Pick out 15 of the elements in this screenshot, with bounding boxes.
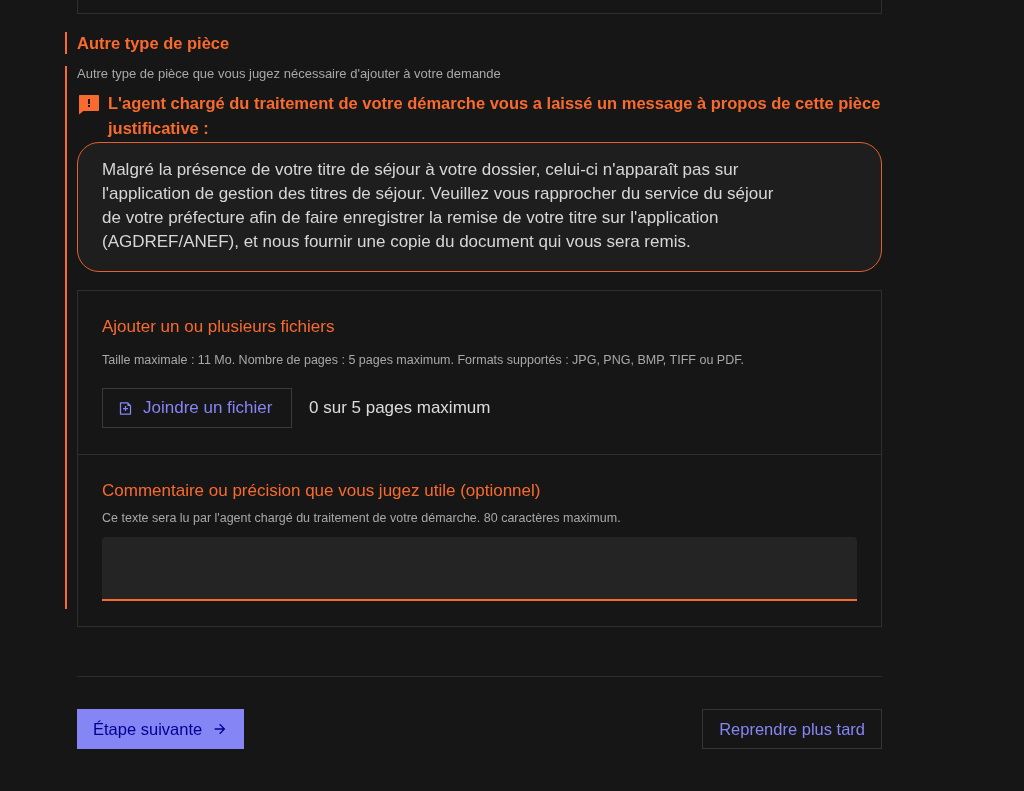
comment-label: Commentaire ou précision que vous jugez utile (optionnel) [102, 480, 542, 502]
section-title: Autre type de pièce [77, 33, 230, 54]
attach-file-button[interactable]: Joindre un fichier [102, 388, 292, 428]
upload-title: Ajouter un ou plusieurs fichiers [102, 316, 336, 338]
resume-later-button[interactable]: Reprendre plus tard [702, 709, 882, 749]
next-step-button[interactable]: Étape suivante [77, 709, 245, 749]
comment-hint: Ce texte sera lu par l'agent chargé du traitement de votre démarche. 80 caractères maximum. [102, 510, 622, 526]
page-count: 0 sur 5 pages maximum [309, 397, 491, 420]
comment-field[interactable] [102, 537, 857, 601]
warning-message-icon [77, 92, 101, 116]
upload-hint: Taille maximale : 11 Mo. Nombre de pages : 5 pages maximum. Formats supportés : JPG, PNG, BMP, TIFF ou PDF. [102, 352, 745, 368]
agent-message-text: Malgré la présence de votre titre de séjour à votre dossier, celui-ci n'apparaît pas sur l'application de gestion des titres de séjour. Veuillez vous rapprocher du service du séjour de votre préfecture afin de faire enregistrer la remise de votre titre sur l'application (AGDREF/ANEF), et nous fournir une copie du document qui vous sera remis. [102, 159, 774, 253]
agent-message-title: L'agent chargé du traitement de votre démarche vous a laissé un message à propos de cette pièce justificative : [108, 93, 882, 139]
section-hint: Autre type de pièce que vous jugez nécessaire d'ajouter à votre demande [77, 66, 502, 82]
file-add-icon [118, 400, 133, 416]
